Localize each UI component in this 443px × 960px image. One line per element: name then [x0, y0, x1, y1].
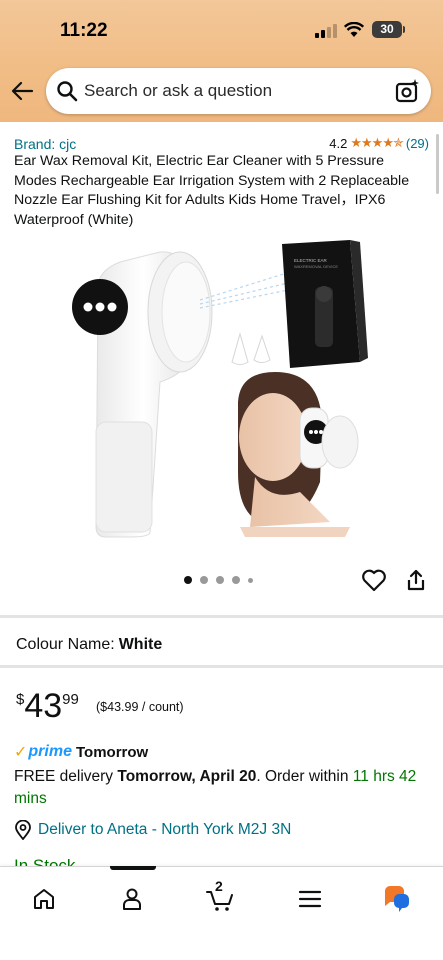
review-count[interactable]: (29) [406, 136, 429, 151]
price-fraction: 99 [62, 691, 79, 708]
star-rating-icon: ★★★★✯ [350, 135, 404, 150]
hamburger-menu-icon [298, 890, 322, 908]
prime-delivery-day: Tomorrow [75, 743, 149, 761]
price-whole: 43 [24, 687, 63, 725]
delivery-message: FREE delivery Tomorrow, April 20. Order … [14, 766, 434, 810]
active-tab-indicator [110, 866, 156, 870]
delivery-prefix: FREE delivery [14, 768, 118, 785]
deliver-to-link[interactable]: Deliver to Aneta - North York M2J 3N [14, 820, 291, 840]
carousel-dot[interactable] [200, 576, 208, 584]
cart-count-badge: 2 [215, 878, 223, 894]
carousel-dot[interactable] [248, 577, 253, 583]
cellular-signal-icon [315, 24, 337, 38]
rating-summary[interactable]: 4.2 ★★★★✯ (29) [329, 135, 429, 151]
wifi-icon [343, 21, 365, 43]
box-label-1: ELECTRIC EAR [294, 258, 328, 263]
package-box-illustration: ELECTRIC EAR WAXREMOVAL DEVICE [282, 240, 368, 368]
model-photo-illustration [238, 372, 359, 537]
search-icon [56, 80, 78, 107]
delivery-middle: . Order within [256, 768, 353, 785]
nav-menu[interactable] [294, 883, 326, 915]
nav-home[interactable] [28, 883, 60, 915]
nozzles-illustration [231, 332, 271, 365]
image-carousel-dots[interactable] [184, 576, 253, 584]
price-currency: $ [16, 691, 25, 708]
wishlist-heart-icon[interactable] [361, 568, 387, 597]
prime-check-icon: ✓ [14, 744, 28, 761]
search-placeholder: Search or ask a question [84, 81, 273, 100]
battery-icon: 30 [372, 21, 405, 38]
section-divider [0, 615, 443, 618]
bottom-nav: 2 [0, 866, 443, 960]
carousel-dot[interactable] [184, 576, 192, 584]
price: $ 43 99 [16, 688, 79, 724]
search-input[interactable]: Search or ask a question [46, 68, 431, 114]
account-icon [123, 888, 141, 910]
location-pin-icon [15, 820, 31, 840]
carousel-dot[interactable] [216, 576, 224, 584]
product-image[interactable]: ELECTRIC EAR WAXREMOVAL DEVICE [0, 232, 443, 562]
share-icon[interactable] [405, 568, 427, 597]
prime-logo: prime [28, 743, 72, 760]
camera-search-icon[interactable] [395, 78, 421, 109]
price-per-unit: ($43.99 / count) [96, 700, 184, 714]
status-bar: 11:22 30 [0, 18, 443, 44]
delivery-date: Tomorrow, April 20 [117, 768, 257, 785]
nav-rufus[interactable] [380, 883, 412, 915]
brand-link[interactable]: Brand: cjc [14, 136, 76, 152]
scrollbar [436, 134, 439, 194]
nav-account[interactable] [116, 883, 148, 915]
rufus-assistant-icon [385, 886, 409, 912]
status-time: 11:22 [60, 20, 108, 41]
prime-badge: ✓ prime Tomorrow [14, 742, 148, 762]
back-arrow-icon[interactable] [10, 78, 36, 104]
product-title: Ear Wax Removal Kit, Electric Ear Cleane… [14, 153, 410, 228]
nav-cart[interactable]: 2 [204, 878, 236, 915]
rating-value: 4.2 [329, 135, 348, 151]
colour-selector[interactable]: Colour Name: White [16, 636, 162, 654]
colour-label: Colour Name: [16, 636, 115, 653]
section-divider [0, 665, 443, 668]
colour-value: White [118, 636, 163, 653]
carousel-dot[interactable] [232, 576, 240, 584]
home-icon [34, 889, 54, 909]
box-label-2: WAXREMOVAL DEVICE [294, 264, 338, 269]
deliver-to-text: Deliver to Aneta - North York M2J 3N [38, 821, 292, 838]
app-header: 11:22 30 Search or ask a question [0, 0, 443, 122]
